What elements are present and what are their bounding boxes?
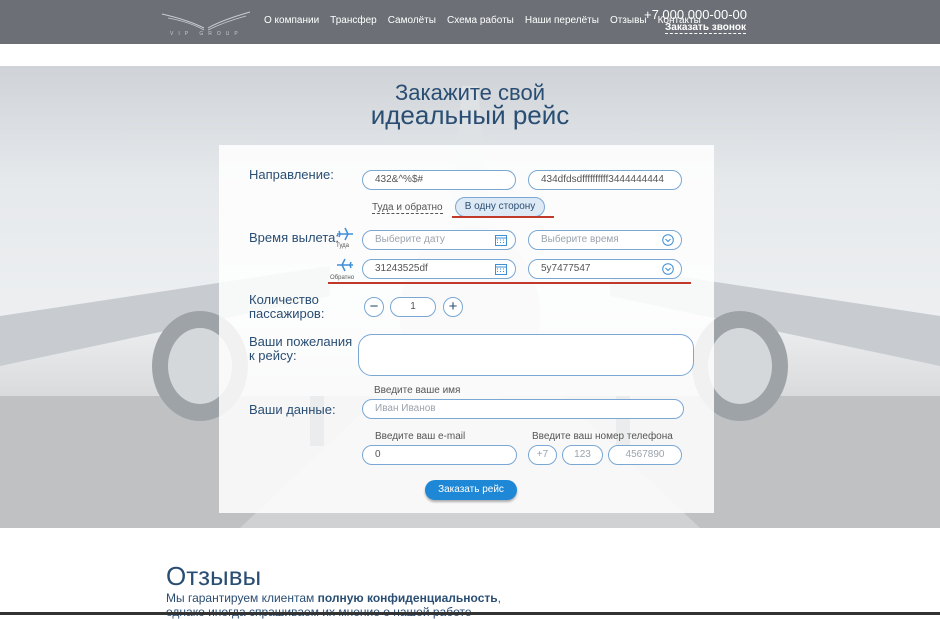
from-input[interactable]: 432&^%$# xyxy=(362,170,516,190)
reviews-text-bold: полную конфиденциальность xyxy=(317,591,498,605)
nav-transfer[interactable]: Трансфер xyxy=(330,15,377,26)
to-input[interactable]: 434dfdsdffffffffff3444444444 xyxy=(528,170,682,190)
top-header: VIP GROUP О компании Трансфер Самолёты С… xyxy=(0,0,940,44)
passengers-label-line1: Количество xyxy=(249,292,319,307)
nav-planes[interactable]: Самолёты xyxy=(388,15,436,26)
hero-title-line2: идеальный рейс xyxy=(370,100,570,130)
order-flight-button[interactable]: Заказать рейс xyxy=(425,480,517,500)
reviews-text-start: Мы гарантируем клиентам xyxy=(166,591,318,605)
email-caption: Введите ваш e-mail xyxy=(375,431,466,442)
plane-departure-icon xyxy=(337,227,353,241)
oneway-underline-annotation xyxy=(452,216,554,218)
return-date-input[interactable]: 31243525df xyxy=(362,259,516,279)
passengers-count-input[interactable]: 1 xyxy=(390,297,436,317)
email-input[interactable]: 0 xyxy=(362,445,517,465)
passengers-decrement-button[interactable]: − xyxy=(364,297,384,317)
your-data-label: Ваши данные: xyxy=(249,402,336,417)
name-caption: Введите ваше имя xyxy=(374,385,461,396)
nav-flights[interactable]: Наши перелёты xyxy=(525,15,599,26)
return-row-underline-annotation xyxy=(328,282,691,284)
calendar-icon[interactable] xyxy=(495,263,507,275)
logo-text: VIP GROUP xyxy=(170,31,243,37)
calendar-icon[interactable] xyxy=(495,234,507,246)
wishes-label-line1: Ваши пожелания xyxy=(249,334,353,349)
phone-code-input[interactable]: +7 xyxy=(528,445,557,465)
callback-link[interactable]: Заказать звонок xyxy=(665,22,746,34)
there-caption: Туда xyxy=(336,243,349,249)
wishes-label-line2: к рейсу: xyxy=(249,348,297,363)
passengers-increment-button[interactable]: + xyxy=(443,297,463,317)
nav-about[interactable]: О компании xyxy=(264,15,319,26)
phone-area-input[interactable]: 123 xyxy=(562,445,603,465)
chevron-down-icon[interactable] xyxy=(662,234,674,246)
departure-label: Время вылета: xyxy=(249,230,340,245)
return-time-select[interactable]: 5y7477547 xyxy=(528,259,682,279)
header-phone[interactable]: +7 000 000-00-00 xyxy=(644,7,747,22)
oneway-toggle[interactable]: В одну сторону xyxy=(455,197,545,217)
departure-date-input[interactable]: Выберите дату xyxy=(362,230,516,250)
phone-caption: Введите ваш номер телефона xyxy=(532,431,673,442)
nav-scheme[interactable]: Схема работы xyxy=(447,15,514,26)
departure-time-select[interactable]: Выберите время xyxy=(528,230,682,250)
nav-reviews[interactable]: Отзывы xyxy=(610,15,647,26)
reviews-text-end: , xyxy=(497,591,501,605)
wishes-textarea[interactable] xyxy=(358,334,694,376)
back-caption: Обратно xyxy=(330,275,355,281)
name-input[interactable]: Иван Иванов xyxy=(362,399,684,419)
chevron-down-icon[interactable] xyxy=(662,263,674,275)
plane-return-icon xyxy=(337,258,353,272)
reviews-intro: Мы гарантируем клиентам полную конфиденц… xyxy=(166,591,501,605)
direction-label: Направление: xyxy=(249,167,334,182)
reviews-heading: Отзывы xyxy=(166,561,262,591)
roundtrip-toggle[interactable]: Туда и обратно xyxy=(372,202,443,214)
phone-number-input[interactable]: 4567890 xyxy=(608,445,682,465)
passengers-label-line2: пассажиров: xyxy=(249,306,325,321)
